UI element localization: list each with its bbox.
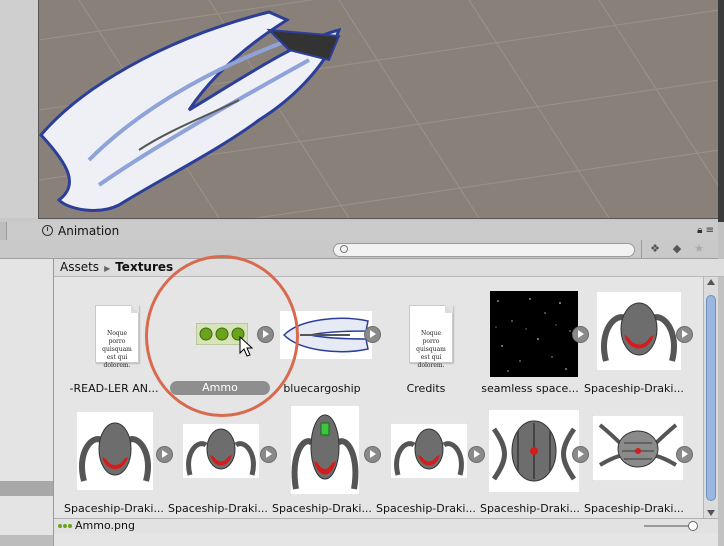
scene-panel [0, 0, 724, 222]
scrollbar-thumb[interactable] [706, 295, 716, 501]
breadcrumb: Assets ▶ Textures [54, 259, 724, 277]
asset-item[interactable]: seamless space... [476, 281, 589, 395]
filter-by-label-icon[interactable]: ◆ [668, 241, 686, 256]
toolbar-divider [641, 240, 642, 258]
search-icon [340, 245, 348, 253]
asset-item[interactable]: Spaceship-Draki... [476, 401, 589, 515]
asset-label: Spaceship-Draki... [272, 502, 372, 515]
document-icon: Noque porro quisquam est qui dolorem. [409, 305, 453, 369]
lock-icon[interactable]: 🔒︎ [697, 225, 702, 236]
breadcrumb-root[interactable]: Assets [60, 260, 99, 274]
selected-file-name: Ammo.png [75, 519, 135, 532]
expand-arrow-icon[interactable] [676, 446, 693, 463]
asset-label: seamless space... [481, 382, 579, 395]
asset-item[interactable]: Noque porro quisquam est qui dolorem. -R… [60, 281, 168, 395]
tab-left-stub [0, 222, 7, 240]
asset-label: Spaceship-Draki... [480, 502, 580, 515]
breadcrumb-current[interactable]: Textures [115, 260, 173, 274]
filter-by-type-icon[interactable]: ❖ [646, 241, 664, 256]
asset-item[interactable]: Noque porro quisquam est qui dolorem. Cr… [372, 281, 480, 395]
tab-animation-label: Animation [58, 224, 120, 238]
asset-item[interactable]: Spaceship-Draki... [60, 401, 173, 515]
project-tab-bar: Animation 🔒︎ ≡ [0, 222, 718, 241]
drakir-thumbnail [592, 415, 684, 481]
drakir-thumbnail [596, 291, 682, 371]
asset-label: -READ-LER AN... [69, 382, 159, 395]
scroll-up-icon[interactable] [707, 279, 715, 285]
drakir-thumbnail [182, 423, 260, 479]
drakir-thumbnail [76, 411, 154, 491]
asset-item[interactable]: bluecargoship [268, 281, 381, 395]
drakir-thumbnail [390, 423, 468, 479]
thumbnail-size-slider[interactable] [644, 525, 694, 527]
folder-tree-pane[interactable] [0, 259, 54, 546]
mouse-cursor-icon [239, 336, 254, 357]
asset-item[interactable]: Spaceship-Draki... [580, 401, 693, 515]
asset-item[interactable]: Spaceship-Draki... [372, 401, 485, 515]
asset-item[interactable]: Spaceship-Draki... [164, 401, 277, 515]
scroll-down-icon[interactable] [707, 510, 715, 516]
folder-tree-footer [0, 535, 53, 546]
asset-label: Spaceship-Draki... [584, 382, 684, 395]
asset-label: Spaceship-Draki... [376, 502, 476, 515]
asset-label: Credits [406, 382, 446, 395]
asset-label: Spaceship-Draki... [168, 502, 268, 515]
asset-browser: Assets ▶ Textures Noque porro quisquam est… [54, 259, 724, 546]
thumbnail-size-slider-knob[interactable] [688, 521, 698, 531]
search-input[interactable] [333, 243, 635, 257]
asset-item-selected[interactable]: Ammo [164, 281, 274, 395]
scene-left-gutter [0, 0, 39, 218]
scene-viewport[interactable] [38, 0, 719, 219]
menu-icon[interactable]: ≡ [706, 225, 714, 236]
asset-grid-scrollbar[interactable] [703, 277, 718, 518]
drakir-thumbnail [488, 409, 580, 493]
breadcrumb-arrow-icon: ▶ [104, 264, 111, 273]
tab-icons: 🔒︎ ≡ [697, 225, 714, 236]
document-icon: Noque porro quisquam est qui dolorem. [95, 305, 139, 369]
asset-grid: Noque porro quisquam est qui dolorem. -R… [54, 277, 702, 518]
scene-grid [39, 0, 719, 218]
expand-arrow-icon[interactable] [676, 326, 693, 343]
asset-label: Spaceship-Draki... [64, 502, 164, 515]
asset-label: bluecargoship [283, 382, 361, 395]
asset-label: Spaceship-Draki... [584, 502, 684, 515]
clock-icon [42, 225, 53, 236]
space-texture-thumbnail [490, 291, 578, 377]
drakir-thumbnail [290, 405, 360, 495]
spaceship-sprite [39, 10, 342, 212]
folder-tree-selected-row[interactable] [0, 481, 53, 496]
asset-item[interactable]: Spaceship-Draki... [580, 281, 693, 395]
bluecargoship-thumbnail [280, 311, 372, 359]
asset-label: Ammo [170, 381, 270, 395]
selected-asset-icon [58, 524, 72, 528]
tab-animation[interactable]: Animation [36, 222, 127, 240]
scene-right-border [718, 0, 724, 222]
asset-item[interactable]: Spaceship-Draki... [268, 401, 381, 515]
project-toolbar: ❖ ◆ ★ [0, 240, 718, 259]
star-icon[interactable]: ★ [690, 241, 708, 256]
status-bar: Ammo.png [54, 518, 718, 533]
